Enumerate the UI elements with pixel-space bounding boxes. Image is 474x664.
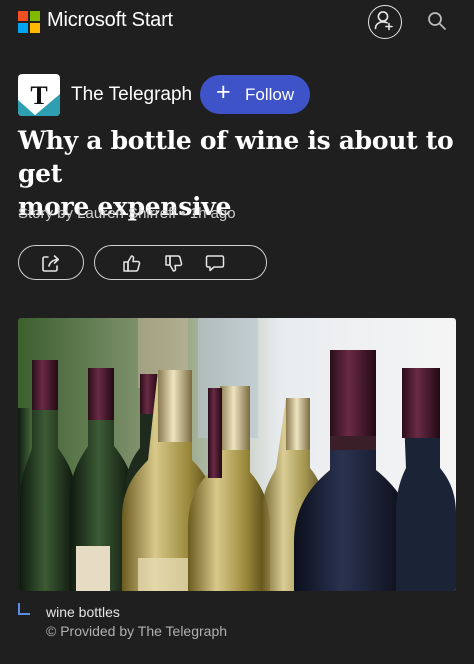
wine-bottles-photo: [18, 318, 456, 591]
telegraph-logo-letter: T: [30, 81, 47, 110]
thumbs-down-icon[interactable]: [163, 253, 185, 275]
search-button[interactable]: [427, 11, 447, 31]
app-brand-title[interactable]: Microsoft Start: [47, 9, 173, 32]
top-bar: Microsoft Start: [0, 0, 474, 44]
search-icon: [428, 12, 446, 30]
source-row: T The Telegraph + Follow: [18, 73, 458, 117]
share-button[interactable]: [18, 245, 84, 280]
share-icon: [42, 255, 60, 272]
article-image[interactable]: [18, 318, 456, 591]
add-person-icon: [374, 11, 393, 31]
reactions-pill: [94, 245, 267, 280]
image-credit: © Provided by The Telegraph: [46, 623, 228, 639]
image-caption: wine bottles: [46, 604, 120, 620]
source-name[interactable]: The Telegraph: [71, 84, 192, 106]
article-actions: [18, 245, 458, 281]
telegraph-logo[interactable]: T: [18, 74, 60, 116]
microsoft-logo-icon[interactable]: [18, 11, 40, 33]
comment-icon[interactable]: [204, 252, 226, 274]
profile-button[interactable]: [368, 5, 402, 39]
headline-line-1: Why a bottle of wine is about to get: [18, 126, 454, 188]
article-byline: Story by Lauren Shirreff • 1h ago: [18, 205, 236, 222]
thumbs-up-icon[interactable]: [121, 252, 143, 274]
follow-label: Follow: [245, 85, 295, 104]
plus-icon: +: [216, 78, 231, 106]
follow-button[interactable]: + Follow: [200, 75, 310, 114]
caption-marker: [18, 603, 30, 615]
